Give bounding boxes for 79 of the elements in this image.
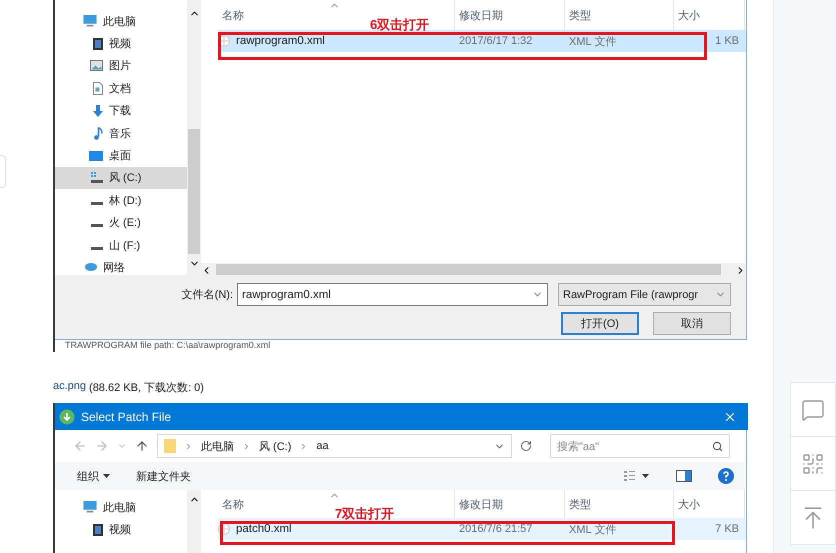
breadcrumb[interactable]: 此电脑 xyxy=(201,438,234,454)
nav-item[interactable]: 图片 xyxy=(55,54,187,78)
size-cell-text: 7 KB xyxy=(714,523,740,535)
drive-icon xyxy=(91,246,103,250)
qr-code-icon xyxy=(801,452,825,476)
column-header[interactable]: 大小 xyxy=(678,496,700,512)
up-button[interactable] xyxy=(135,439,149,453)
filename-field[interactable]: rawprogram0.xml xyxy=(237,283,548,306)
nav-item[interactable]: 网络 xyxy=(55,256,187,275)
column-header[interactable]: 修改日期 xyxy=(459,8,503,22)
address-bar[interactable]: 此电脑 风 (C:) aa xyxy=(157,434,512,458)
date-cell-text: 2017/6/17 1:32 xyxy=(458,35,534,47)
size-cell-text: 1 KB xyxy=(714,35,740,47)
back-to-top-button[interactable] xyxy=(790,490,836,545)
breadcrumb[interactable]: aa xyxy=(316,440,329,452)
nav-item[interactable]: 文档 xyxy=(55,77,187,100)
nav-item[interactable]: 音乐 xyxy=(55,122,187,144)
drive-icon xyxy=(91,224,103,228)
nav-item[interactable]: 此电脑 xyxy=(55,496,187,518)
chevron-icon xyxy=(184,442,193,450)
window-title: Select Patch File xyxy=(81,410,172,424)
attachment-link[interactable]: ac.png xyxy=(53,380,86,395)
chevron-icon xyxy=(242,442,251,450)
search-field[interactable]: 搜索"aa" xyxy=(550,434,730,458)
computer-icon xyxy=(83,501,97,514)
drive-icon xyxy=(91,172,103,184)
nav-item[interactable]: 桌面 xyxy=(55,144,187,167)
nav-item[interactable]: 风 (C:) xyxy=(55,166,187,190)
column-header[interactable]: 修改日期 xyxy=(459,496,503,512)
filetype-select[interactable]: RawProgram File (rawprogr xyxy=(558,283,731,306)
nav-item[interactable]: 山 (F:) xyxy=(55,234,187,256)
column-header[interactable]: 名称 xyxy=(222,8,244,22)
film-icon xyxy=(93,524,103,536)
column-header[interactable]: 类型 xyxy=(569,496,591,512)
scrollbar[interactable] xyxy=(187,490,201,553)
music-note-icon xyxy=(94,126,103,140)
document-icon xyxy=(93,82,103,95)
column-header[interactable]: 大小 xyxy=(678,8,700,22)
down-arrow-icon xyxy=(93,104,103,117)
caret-icon xyxy=(103,474,110,478)
filename-label: 文件名(N): xyxy=(182,288,233,302)
breadcrumb[interactable]: 风 (C:) xyxy=(259,438,292,454)
preview-pane-icon[interactable] xyxy=(676,470,692,482)
type-cell-text: XML 文件 xyxy=(568,522,618,536)
type-cell-text: XML 文件 xyxy=(568,34,618,48)
nav-item[interactable]: 视频 xyxy=(55,518,187,541)
nav-item[interactable]: 林 (D:) xyxy=(55,189,187,212)
nav-item[interactable]: 此电脑 xyxy=(55,10,187,32)
view-options-icon[interactable] xyxy=(624,470,650,482)
organize-menu[interactable]: 组织 xyxy=(77,468,110,484)
search-icon xyxy=(712,440,723,452)
column-header[interactable]: 名称 xyxy=(222,496,244,512)
path-text: TRAWPROGRAM file path: C:\aa\rawprogram0.xml xyxy=(64,340,272,352)
file-name: rawprogram0.xml xyxy=(236,35,325,47)
annotation: 7双击打开 xyxy=(335,507,394,521)
speech-bubble-icon xyxy=(801,398,825,422)
nav-item[interactable]: 下载 xyxy=(55,100,187,122)
scrollbar[interactable] xyxy=(187,0,201,275)
annotation: 6双击打开 xyxy=(370,18,430,32)
app-icon xyxy=(59,408,75,424)
help-icon[interactable] xyxy=(718,468,734,484)
column-header[interactable]: 类型 xyxy=(569,8,591,22)
nav-item[interactable]: 视频 xyxy=(55,32,187,55)
attachment-info: (88.62 KB, 下载次数: 0) xyxy=(89,381,204,395)
computer-icon xyxy=(83,15,97,28)
drive-icon xyxy=(91,202,103,205)
comment-button[interactable] xyxy=(790,382,836,437)
film-icon xyxy=(93,38,103,50)
horizontal-scrollbar[interactable] xyxy=(201,262,746,275)
qr-code-button[interactable] xyxy=(790,436,836,491)
refresh-button[interactable] xyxy=(520,440,532,452)
new-folder-button[interactable]: 新建文件夹 xyxy=(136,468,191,484)
nav-item[interactable]: 火 (E:) xyxy=(55,212,187,234)
cancel-button[interactable]: 取消 xyxy=(653,312,731,335)
date-cell-text: 2016/7/6 21:57 xyxy=(458,523,534,535)
open-button[interactable]: 打开(O) xyxy=(561,312,639,335)
file-name: patch0.xml xyxy=(236,523,292,535)
folder-icon xyxy=(164,438,176,454)
image-icon xyxy=(90,60,103,72)
